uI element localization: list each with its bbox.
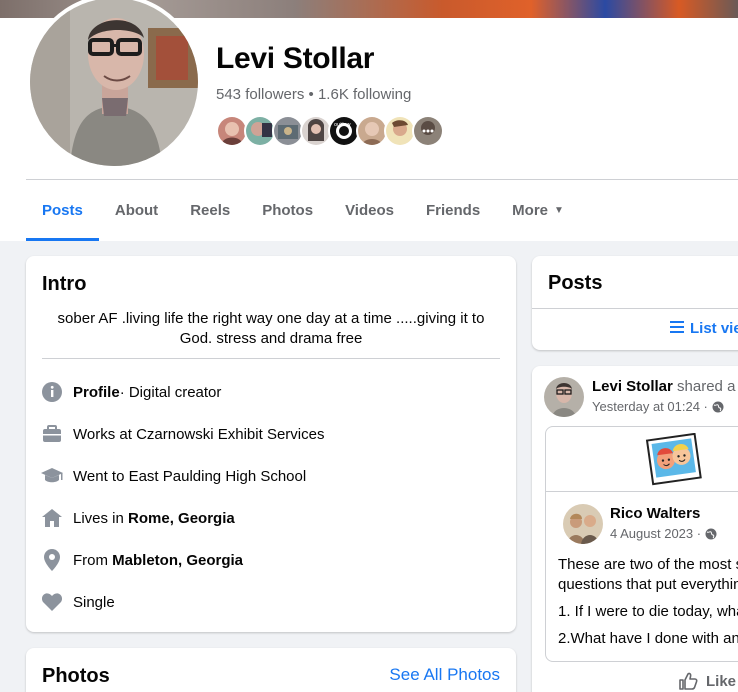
globe-icon xyxy=(712,401,724,413)
intro-card: Intro sober AF .living life the right wa… xyxy=(26,256,516,632)
intro-from-place[interactable]: Mableton, Georgia xyxy=(112,552,243,569)
intro-education-text: Went to East Paulding High School xyxy=(73,467,307,485)
tab-photos[interactable]: Photos xyxy=(246,180,329,241)
post-text-line: questions that put everythin xyxy=(558,576,738,593)
location-pin-icon xyxy=(40,548,64,572)
tab-more-label: More xyxy=(512,202,549,219)
intro-from: From Mableton, Georgia xyxy=(40,548,243,572)
intro-divider xyxy=(42,358,500,359)
shared-author-name[interactable]: Rico Walters xyxy=(610,505,700,522)
intro-lives-place[interactable]: Rome, Georgia xyxy=(128,510,235,527)
post-author-avatar[interactable] xyxy=(544,377,584,417)
intro-profile-label: Profile xyxy=(73,383,120,401)
photos-card: Photos See All Photos xyxy=(26,648,516,692)
heart-icon xyxy=(40,590,64,614)
intro-bio: sober AF .living life the right way one … xyxy=(57,310,485,347)
intro-title: Intro xyxy=(42,273,87,295)
shared-timestamp[interactable]: 4 August 2023 · xyxy=(610,526,717,541)
sticker-image xyxy=(644,432,704,487)
like-button[interactable]: Like xyxy=(678,671,736,691)
profile-avatar[interactable] xyxy=(30,0,198,166)
graduation-cap-icon xyxy=(40,464,64,488)
shared-post-text: These are two of the most s questions th… xyxy=(558,555,738,656)
intro-profile-type: Profile · Digital creator xyxy=(40,380,221,404)
tab-videos[interactable]: Videos xyxy=(329,180,410,241)
home-icon xyxy=(40,506,64,530)
svg-text:outlaw: outlaw xyxy=(334,122,351,128)
globe-icon xyxy=(705,528,717,540)
tab-posts[interactable]: Posts xyxy=(26,180,99,241)
thumbs-up-icon xyxy=(679,672,698,690)
post-action: shared a m xyxy=(677,378,738,395)
post-author-name[interactable]: Levi Stollar xyxy=(592,378,673,395)
intro-lives-prefix: Lives in xyxy=(73,509,124,527)
intro-education: Went to East Paulding High School xyxy=(40,464,306,488)
profile-name: Levi Stollar xyxy=(216,42,375,75)
follow-stats[interactable]: 543 followers • 1.6K following xyxy=(216,86,411,103)
profile-header: Levi Stollar 543 followers • 1.6K follow… xyxy=(0,0,738,241)
post-author-line: Levi Stollar shared a m xyxy=(592,378,738,395)
shared-post[interactable]: Rico Walters 4 August 2023 · These are t… xyxy=(545,426,738,662)
list-lines-icon xyxy=(670,320,684,337)
friend-avatar[interactable] xyxy=(412,115,444,147)
intro-lives: Lives in Rome, Georgia xyxy=(40,506,235,530)
see-all-photos-link[interactable]: See All Photos xyxy=(389,665,500,685)
tab-reels[interactable]: Reels xyxy=(174,180,246,241)
shared-divider xyxy=(546,491,738,492)
mutual-friends-avatars[interactable]: outlaw xyxy=(216,115,444,147)
posts-title: Posts xyxy=(548,272,603,294)
info-icon xyxy=(40,380,64,404)
tab-about[interactable]: About xyxy=(99,180,174,241)
intro-work: Works at Czarnowski Exhibit Services xyxy=(40,422,324,446)
list-view-button[interactable]: List vie xyxy=(670,320,738,337)
profile-tabs: Posts About Reels Photos Videos Friends … xyxy=(26,180,580,241)
post-text-line: 1. If I were to die today, wha xyxy=(558,603,738,620)
posts-header-card: Posts List vie xyxy=(532,256,738,350)
like-label: Like xyxy=(706,672,737,690)
tab-friends[interactable]: Friends xyxy=(410,180,496,241)
caret-down-icon: ▼ xyxy=(554,205,564,216)
photos-title: Photos xyxy=(42,665,110,687)
intro-relationship: Single xyxy=(40,590,115,614)
tab-more[interactable]: More ▼ xyxy=(496,180,580,241)
post-text-line: 2.What have I done with an xyxy=(558,630,738,647)
briefcase-icon xyxy=(40,422,64,446)
post-card: Levi Stollar shared a m Yesterday at 01:… xyxy=(532,366,738,692)
intro-work-text: Works at Czarnowski Exhibit Services xyxy=(73,425,325,443)
post-text-line: These are two of the most s xyxy=(558,556,738,573)
shared-author-avatar[interactable] xyxy=(563,504,603,544)
intro-from-prefix: From xyxy=(73,551,108,569)
post-timestamp[interactable]: Yesterday at 01:24 · xyxy=(592,399,724,414)
intro-profile-value: · Digital creator xyxy=(119,383,222,401)
intro-relationship-text: Single xyxy=(73,593,115,611)
posts-divider xyxy=(532,308,738,309)
post-time-text: Yesterday at 01:24 · xyxy=(592,399,708,414)
shared-time-text: 4 August 2023 · xyxy=(610,526,702,541)
list-view-label: List vie xyxy=(690,320,738,337)
